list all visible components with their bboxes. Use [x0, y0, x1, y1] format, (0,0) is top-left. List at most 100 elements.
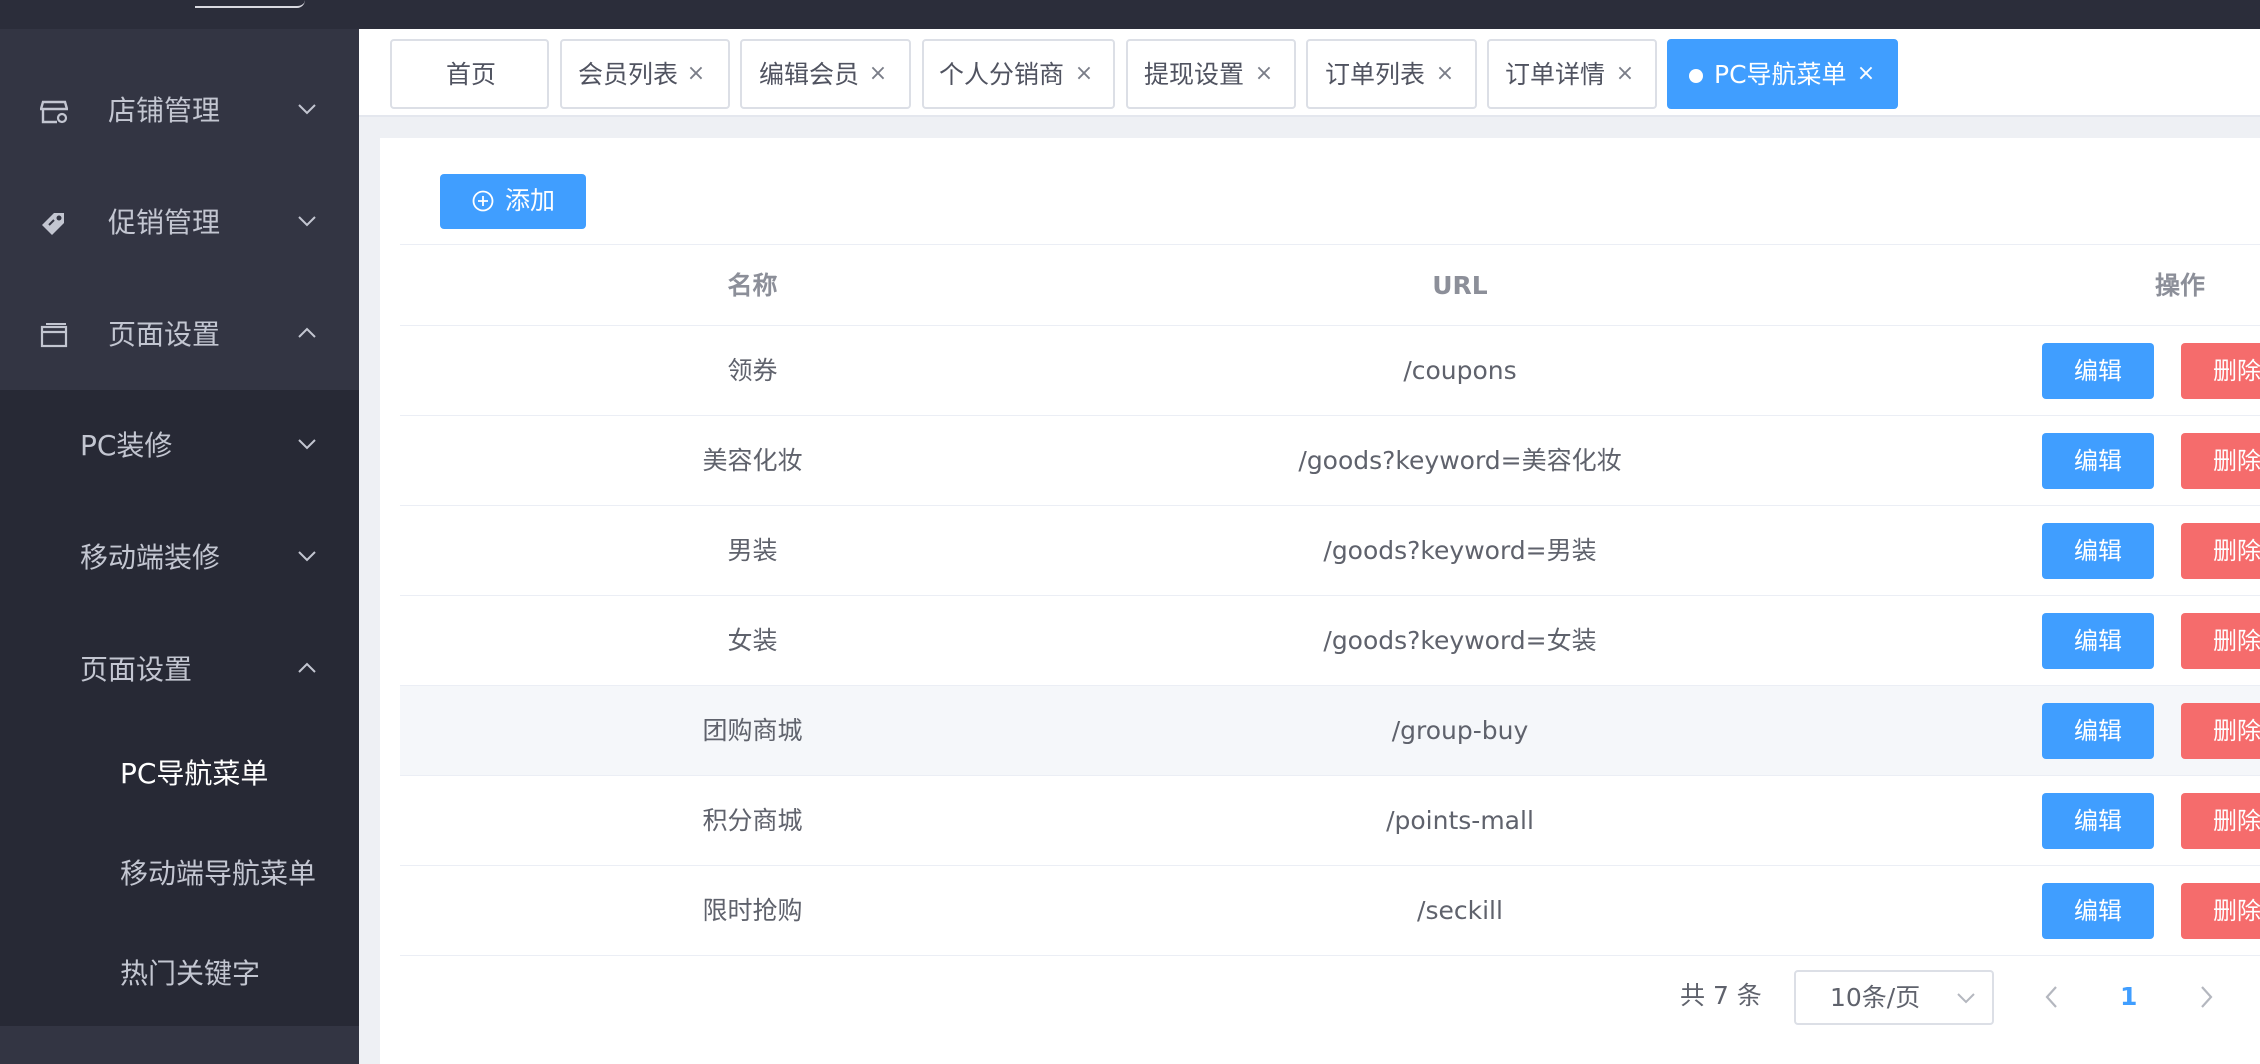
table-row: 男装 /goods?keyword=男装 编辑 删除: [400, 506, 2260, 596]
cell-url: /goods?keyword=男装: [1323, 536, 1597, 565]
page-size-select[interactable]: 10条/页: [1794, 970, 1994, 1025]
sidebar-menu-label: 促销管理: [108, 206, 221, 239]
chevron-down-icon: [298, 439, 316, 450]
sidebar-submenu-label: 页面设置: [80, 653, 193, 686]
chevron-up-icon: [298, 327, 316, 338]
edit-button[interactable]: 编辑: [2042, 523, 2154, 579]
cell-url: /points-mall: [1386, 806, 1534, 835]
tab-distributor[interactable]: 个人分销商 ×: [922, 39, 1115, 109]
sidebar-submenu-label: 移动端装修: [80, 541, 221, 574]
tabs-bar: 首页 会员列表 × 编辑会员 × 个人分销商 × 提现设置 × 订单列表 × 订…: [359, 29, 2260, 117]
delete-button[interactable]: 删除: [2181, 793, 2260, 849]
close-icon[interactable]: ×: [1434, 63, 1456, 85]
sidebar-submenu: PC装修 移动端装修 页面设置 PC导航菜单 移动端导航菜单 热门关键字: [0, 390, 359, 1026]
tab-home[interactable]: 首页: [390, 39, 549, 109]
delete-button[interactable]: 删除: [2181, 523, 2260, 579]
cell-url: /goods?keyword=美容化妆: [1298, 446, 1622, 475]
prev-page-icon[interactable]: [2040, 982, 2064, 1012]
cell-url: /seckill: [1417, 896, 1503, 925]
sidebar-menu-promotion[interactable]: 促销管理: [0, 167, 359, 279]
table-row: 限时抢购 /seckill 编辑 删除: [400, 866, 2260, 956]
tab-label: 个人分销商: [939, 60, 1065, 89]
tab-order-list[interactable]: 订单列表 ×: [1306, 39, 1477, 109]
tab-label: 订单详情: [1505, 60, 1606, 89]
table-header: 名称 URL 操作: [400, 244, 2260, 326]
edit-button[interactable]: 编辑: [2042, 613, 2154, 669]
sidebar-item-pc-nav-menu[interactable]: PC导航菜单: [120, 754, 268, 794]
close-icon[interactable]: ×: [685, 63, 707, 85]
chevron-down-icon: [298, 551, 316, 562]
sidebar-item-mobile-nav-menu[interactable]: 移动端导航菜单: [120, 854, 316, 894]
sidebar-menu-label: 页面设置: [108, 318, 221, 351]
delete-button[interactable]: 删除: [2181, 883, 2260, 939]
edit-button[interactable]: 编辑: [2042, 883, 2154, 939]
sidebar-menu-label: 店铺管理: [108, 94, 221, 127]
tab-label: 提现设置: [1144, 60, 1245, 89]
active-dot-icon: [1689, 69, 1703, 83]
sidebar-submenu-page-settings[interactable]: 页面设置: [0, 614, 359, 726]
tab-edit-member[interactable]: 编辑会员 ×: [740, 39, 911, 109]
tab-label: 首页: [446, 60, 497, 89]
cell-name: 积分商城: [702, 806, 803, 835]
edit-button[interactable]: 编辑: [2042, 433, 2154, 489]
tab-withdraw-settings[interactable]: 提现设置 ×: [1126, 39, 1296, 109]
tab-member-list[interactable]: 会员列表 ×: [560, 39, 730, 109]
tab-label: 会员列表: [578, 60, 679, 89]
delete-button[interactable]: 删除: [2181, 343, 2260, 399]
tab-label: PC导航菜单: [1714, 60, 1847, 89]
close-icon[interactable]: ×: [1614, 63, 1636, 85]
edit-button[interactable]: 编辑: [2042, 343, 2154, 399]
cell-name: 女装: [727, 626, 778, 655]
tab-pc-nav-menu[interactable]: PC导航菜单 ×: [1667, 39, 1898, 109]
close-icon[interactable]: ×: [1073, 63, 1095, 85]
cell-name: 团购商城: [702, 716, 803, 745]
delete-button[interactable]: 删除: [2181, 703, 2260, 759]
table-row: 领券 /coupons 编辑 删除: [400, 326, 2260, 416]
logo: [195, 0, 305, 8]
cell-name: 美容化妆: [702, 446, 803, 475]
sidebar-menu-store[interactable]: 店铺管理: [0, 55, 359, 167]
table-row: 团购商城 /group-buy 编辑 删除: [400, 686, 2260, 776]
sidebar-menu-page-settings[interactable]: 页面设置: [0, 279, 359, 391]
edit-button[interactable]: 编辑: [2042, 703, 2154, 759]
cell-url: /group-buy: [1391, 716, 1529, 745]
chevron-down-icon: [298, 104, 316, 115]
sidebar-submenu-pc-decoration[interactable]: PC装修: [0, 390, 359, 502]
table-row: 美容化妆 /goods?keyword=美容化妆 编辑 删除: [400, 416, 2260, 506]
cell-url: /goods?keyword=女装: [1323, 626, 1597, 655]
tag-icon: [42, 213, 64, 235]
table-row: 女装 /goods?keyword=女装 编辑 删除: [400, 596, 2260, 686]
delete-button[interactable]: 删除: [2181, 433, 2260, 489]
top-bar: [0, 0, 2260, 29]
tab-label: 编辑会员: [759, 60, 860, 89]
sidebar: 店铺管理 促销管理 页面设置 PC装修 移动端装修 页面设置 PC导航菜单 移动…: [0, 29, 359, 1064]
close-icon[interactable]: ×: [867, 63, 889, 85]
sidebar-item-hot-keywords[interactable]: 热门关键字: [120, 954, 260, 994]
plus-circle-icon: [472, 190, 494, 212]
page-size-value: 10条/页: [1830, 983, 1921, 1012]
next-page-icon[interactable]: [2194, 982, 2218, 1012]
sidebar-submenu-mobile-decoration[interactable]: 移动端装修: [0, 502, 359, 614]
close-icon[interactable]: ×: [1855, 63, 1877, 85]
chevron-up-icon: [298, 662, 316, 673]
cell-name: 限时抢购: [702, 896, 803, 925]
sidebar-submenu-label: PC装修: [80, 429, 173, 462]
chevron-down-icon: [1957, 993, 1975, 1004]
close-icon[interactable]: ×: [1253, 63, 1275, 85]
store-icon: [40, 100, 68, 124]
table-row: 积分商城 /points-mall 编辑 删除: [400, 776, 2260, 866]
delete-button[interactable]: 删除: [2181, 613, 2260, 669]
tab-label: 订单列表: [1325, 60, 1426, 89]
column-header-name: 名称: [727, 271, 778, 300]
add-button[interactable]: 添加: [440, 174, 586, 229]
add-button-label: 添加: [505, 186, 556, 215]
chevron-down-icon: [298, 216, 316, 227]
pagination-total: 共 7 条: [1680, 981, 1762, 1010]
cell-name: 男装: [727, 536, 778, 565]
page-number-current[interactable]: 1: [2120, 981, 2137, 1013]
tab-order-detail[interactable]: 订单详情 ×: [1487, 39, 1657, 109]
cell-name: 领券: [727, 356, 778, 385]
column-header-url: URL: [1432, 271, 1488, 300]
edit-button[interactable]: 编辑: [2042, 793, 2154, 849]
column-header-ops: 操作: [2154, 271, 2205, 300]
